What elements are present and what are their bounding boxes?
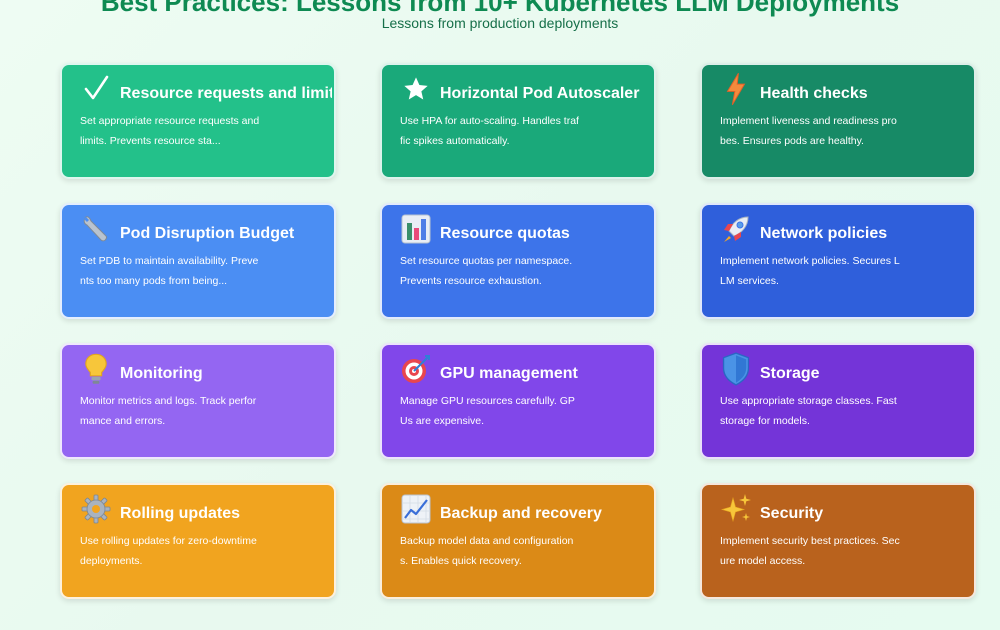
- practice-card-pdb: Pod Disruption Budget Set PDB to maintai…: [60, 203, 336, 319]
- card-title: Security: [760, 505, 824, 522]
- card-description: Manage GPU resources carefully. GPUs are…: [400, 395, 575, 427]
- card-title: Network policies: [760, 225, 888, 242]
- check-icon: [78, 71, 114, 107]
- practice-card-gpu-management: GPU management Manage GPU resources care…: [380, 343, 656, 459]
- practice-card-security: Security Implement security best practic…: [700, 483, 976, 599]
- practice-card-resource-requests: Resource requests and limits Set appropr…: [60, 63, 336, 179]
- card-title: Health checks: [760, 85, 868, 102]
- practice-card-resource-quotas: Resource quotas Set resource quotas per …: [380, 203, 656, 319]
- lightbulb-icon: [78, 351, 114, 387]
- card-description: Implement network policies. Secures LLM …: [720, 255, 900, 287]
- card-description: Use HPA for auto-scaling. Handles traffi…: [400, 115, 579, 147]
- card-description: Set resource quotas per namespace. Preve…: [400, 255, 573, 287]
- card-description: Monitor metrics and logs. Track performa…: [80, 395, 257, 427]
- bar-chart-icon: [398, 211, 434, 247]
- card-title: Monitoring: [120, 365, 203, 382]
- wrench-icon: [78, 211, 114, 247]
- card-title: Horizontal Pod Autoscaler: [440, 85, 640, 102]
- card-title: GPU management: [440, 365, 578, 382]
- card-description: Backup model data and configurations. En…: [400, 535, 574, 567]
- card-title: Resource requests and limits: [120, 85, 332, 102]
- line-chart-icon: [398, 491, 434, 527]
- practice-card-rolling-updates: Rolling updates Use rolling updates for …: [60, 483, 336, 599]
- sparkles-icon: [718, 491, 754, 527]
- card-title: Backup and recovery: [440, 505, 602, 522]
- card-title: Rolling updates: [120, 505, 240, 522]
- card-title: Pod Disruption Budget: [120, 225, 295, 242]
- card-description: Set PDB to maintain availability. Preven…: [80, 255, 259, 287]
- lightning-icon: [718, 71, 754, 107]
- rocket-icon: [718, 211, 754, 247]
- card-title: Resource quotas: [440, 225, 570, 242]
- page-subtitle: Lessons from production deployments: [381, 15, 619, 31]
- card-title: Storage: [760, 365, 820, 382]
- practice-card-backup-recovery: Backup and recovery Backup model data an…: [380, 483, 656, 599]
- card-description: Implement liveness and readiness probes.…: [720, 115, 897, 147]
- practice-card-health-checks: Health checks Implement liveness and rea…: [700, 63, 976, 179]
- star-icon: [398, 71, 434, 107]
- shield-icon: [718, 351, 754, 387]
- card-description: Use appropriate storage classes. Fast st…: [720, 395, 897, 427]
- practice-card-monitoring: Monitoring Monitor metrics and logs. Tra…: [60, 343, 336, 459]
- card-description: Use rolling updates for zero-downtime de…: [80, 535, 257, 567]
- gear-icon: [78, 491, 114, 527]
- practices-grid: Resource requests and limits Set appropr…: [60, 63, 980, 603]
- target-icon: [398, 351, 434, 387]
- card-description: Implement security best practices. Secur…: [720, 535, 900, 567]
- card-description: Set appropriate resource requests and li…: [80, 115, 260, 147]
- practice-card-hpa: Horizontal Pod Autoscaler Use HPA for au…: [380, 63, 656, 179]
- practice-card-storage: Storage Use appropriate storage classes.…: [700, 343, 976, 459]
- practice-card-network-policies: Network policies Implement network polic…: [700, 203, 976, 319]
